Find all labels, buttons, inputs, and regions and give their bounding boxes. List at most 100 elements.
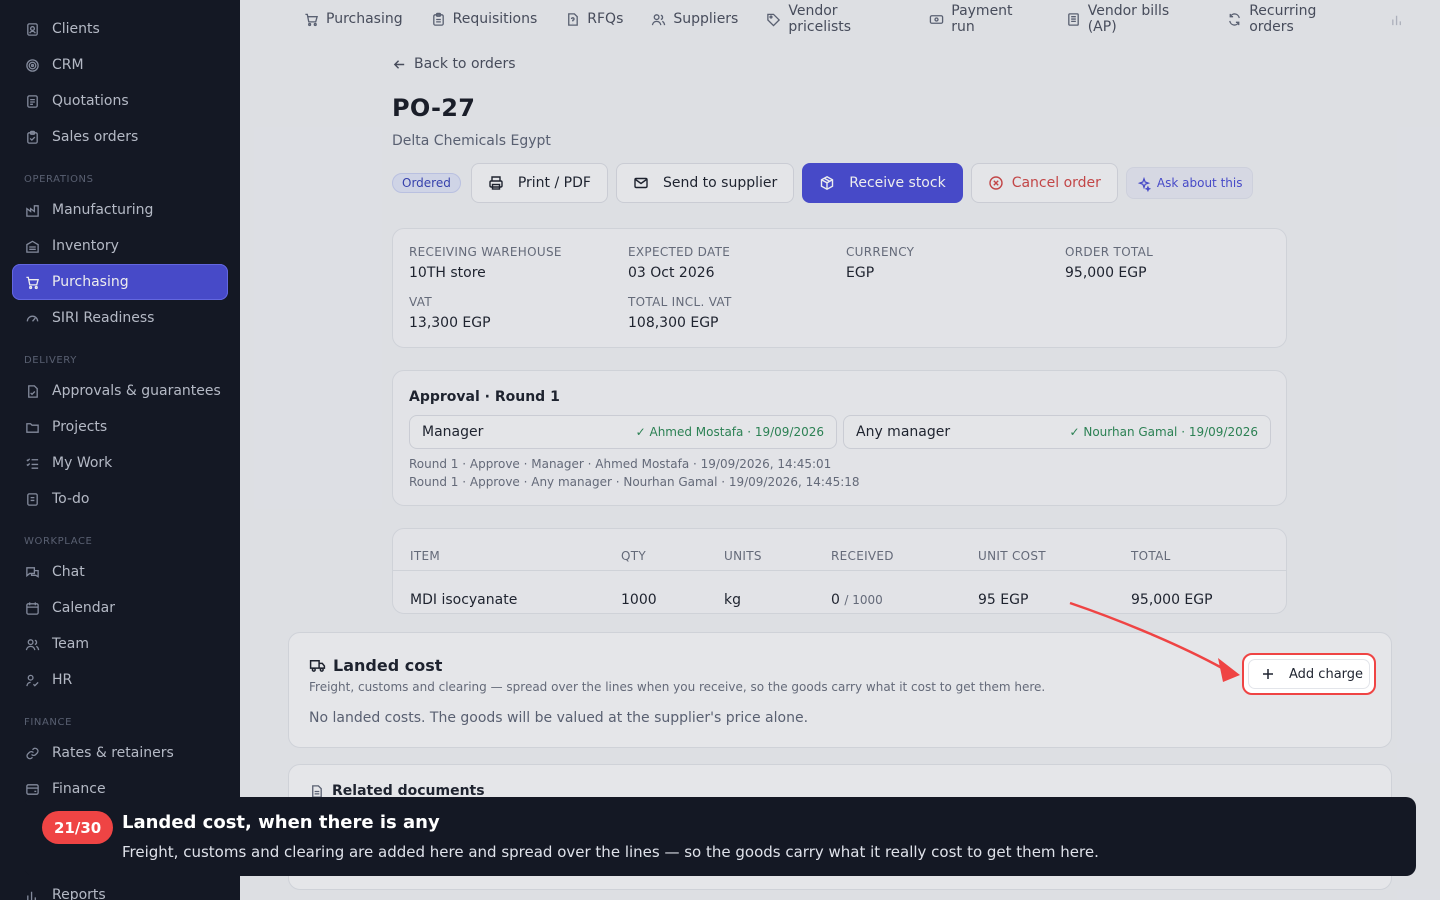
ask-about-this-button[interactable]: Ask about this <box>1125 167 1254 199</box>
sidebar-item-label: Quotations <box>52 93 129 109</box>
button-label: Add charge <box>1289 666 1364 682</box>
currency-label: Currency <box>846 245 915 259</box>
tab-purchasing[interactable]: Purchasing <box>304 11 403 27</box>
tab-overflow[interactable] <box>1390 12 1412 27</box>
reports-icon <box>24 887 40 900</box>
supplier-name: Delta Chemicals Egypt <box>392 133 551 149</box>
sidebar-item-label: Projects <box>52 419 108 435</box>
tab-requisitions[interactable]: Requisitions <box>431 11 537 27</box>
sidebar-item-my-work[interactable]: My Work <box>12 445 228 481</box>
sidebar-item-inventory[interactable]: Inventory <box>12 228 228 264</box>
sidebar-item-clients[interactable]: Clients <box>12 11 228 47</box>
gauge-icon <box>24 310 40 326</box>
landed-cost-title: Landed cost <box>309 656 442 675</box>
tour-title: Landed cost, when there is any <box>122 812 440 833</box>
tab-rfqs[interactable]: RFQs <box>565 11 623 27</box>
sidebar-item-approvals[interactable]: Approvals & guarantees <box>12 373 228 409</box>
sidebar-item-label: Approvals & guarantees <box>52 383 221 399</box>
tab-recurring-orders[interactable]: Recurring orders <box>1227 3 1362 35</box>
approval-step-manager: Manager ✓ Ahmed Mostafa · 19/09/2026 <box>409 415 837 449</box>
tab-suppliers[interactable]: Suppliers <box>651 11 738 27</box>
sidebar-item-rates[interactable]: Rates & retainers <box>12 735 228 771</box>
tour-banner: 21/30 Landed cost, when there is any Fre… <box>24 797 1416 876</box>
cell-total: 95,000 EGP <box>1131 592 1213 608</box>
button-label: Send to supplier <box>662 175 778 191</box>
tab-vendor-pricelists[interactable]: Vendor pricelists <box>766 3 901 35</box>
sales-orders-icon <box>24 129 40 145</box>
cell-unit-cost: 95 EGP <box>978 592 1029 608</box>
sidebar-item-crm[interactable]: CRM <box>12 47 228 83</box>
main-content: Purchasing Requisitions RFQs Suppliers V… <box>240 0 1440 900</box>
cell-received: 0 / 1000 <box>831 592 883 608</box>
payment-icon <box>929 12 944 27</box>
crm-icon <box>24 57 40 73</box>
tab-label: Vendor pricelists <box>788 3 852 35</box>
order-total-label: Order total <box>1065 245 1154 259</box>
receive-stock-button[interactable]: Receive stock <box>802 163 963 203</box>
order-summary-card: Receiving warehouse 10TH store Expected … <box>392 228 1287 348</box>
sidebar-item-label: Calendar <box>52 600 115 616</box>
sidebar-item-label: To-do <box>52 491 90 507</box>
button-label: Print / PDF <box>517 175 591 191</box>
sidebar-item-label: Sales orders <box>52 129 139 145</box>
hr-icon <box>24 672 40 688</box>
approval-log-entry: Round 1 · Approve · Any manager · Nourha… <box>409 475 860 489</box>
factory-icon <box>24 202 40 218</box>
printer-icon <box>488 175 504 191</box>
sidebar-item-reports[interactable]: Reports <box>12 877 228 900</box>
currency-value: EGP <box>846 265 875 281</box>
sidebar-item-projects[interactable]: Projects <box>12 409 228 445</box>
sidebar-item-quotations[interactable]: Quotations <box>12 83 228 119</box>
sidebar-item-label: Chat <box>52 564 85 580</box>
sidebar-item-sales-orders[interactable]: Sales orders <box>12 119 228 155</box>
sidebar-item-label: Finance <box>52 781 106 797</box>
tour-body: Freight, customs and clearing are added … <box>122 843 1099 861</box>
received-of: / 1000 <box>844 593 883 607</box>
tab-label: Vendor bills (AP) <box>1087 3 1170 35</box>
team-icon <box>24 636 40 652</box>
expected-date-value: 03 Oct 2026 <box>628 265 715 281</box>
tag-icon <box>766 12 781 27</box>
approval-step-any-manager: Any manager ✓ Nourhan Gamal · 19/09/2026 <box>843 415 1271 449</box>
button-label: Ask about this <box>1156 176 1243 190</box>
column-header-unit-cost: Unit cost <box>978 549 1046 563</box>
sidebar-section-operations: Operations <box>24 174 94 185</box>
sidebar-item-label: Inventory <box>52 238 119 254</box>
tab-label: Purchasing <box>326 11 403 27</box>
sidebar-item-hr[interactable]: HR <box>12 662 228 698</box>
sidebar-section-delivery: Delivery <box>24 355 77 366</box>
add-charge-button[interactable]: Add charge <box>1248 659 1370 689</box>
sidebar-item-siri-readiness[interactable]: SIRI Readiness <box>12 300 228 336</box>
approval-status: ✓ Ahmed Mostafa · 19/09/2026 <box>635 425 824 439</box>
tab-vendor-bills[interactable]: Vendor bills (AP) <box>1066 3 1199 35</box>
clipboard-icon <box>431 12 446 27</box>
sidebar-item-to-do[interactable]: To-do <box>12 481 228 517</box>
finance-icon <box>24 781 40 797</box>
sidebar-item-label: Reports <box>52 887 106 900</box>
sidebar-item-calendar[interactable]: Calendar <box>12 590 228 626</box>
sidebar-item-label: Clients <box>52 21 100 37</box>
tab-payment-run[interactable]: Payment run <box>929 3 1037 35</box>
tab-label: RFQs <box>587 11 624 27</box>
sidebar-item-team[interactable]: Team <box>12 626 228 662</box>
truck-icon <box>309 657 326 674</box>
mail-icon <box>633 175 649 191</box>
sidebar-item-label: Rates & retainers <box>52 745 174 761</box>
todo-icon <box>24 491 40 507</box>
sidebar-item-chat[interactable]: Chat <box>12 554 228 590</box>
sidebar-item-label: Purchasing <box>52 274 129 290</box>
expected-date-label: Expected date <box>628 245 731 259</box>
arrow-left-icon <box>392 57 407 72</box>
sidebar-item-purchasing[interactable]: Purchasing <box>12 264 228 300</box>
sidebar-item-manufacturing[interactable]: Manufacturing <box>12 192 228 228</box>
cancel-circle-icon <box>988 175 1004 191</box>
tasks-icon <box>24 455 40 471</box>
back-to-orders-link[interactable]: Back to orders <box>392 56 516 72</box>
print-pdf-button[interactable]: Print / PDF <box>470 163 608 203</box>
sidebar-item-label: Team <box>52 636 90 652</box>
landed-cost-card: Landed cost Freight, customs and clearin… <box>288 632 1392 748</box>
cancel-order-button[interactable]: Cancel order <box>970 163 1118 203</box>
sidebar-item-label: Manufacturing <box>52 202 154 218</box>
send-to-supplier-button[interactable]: Send to supplier <box>615 163 795 203</box>
chat-icon <box>24 564 40 580</box>
